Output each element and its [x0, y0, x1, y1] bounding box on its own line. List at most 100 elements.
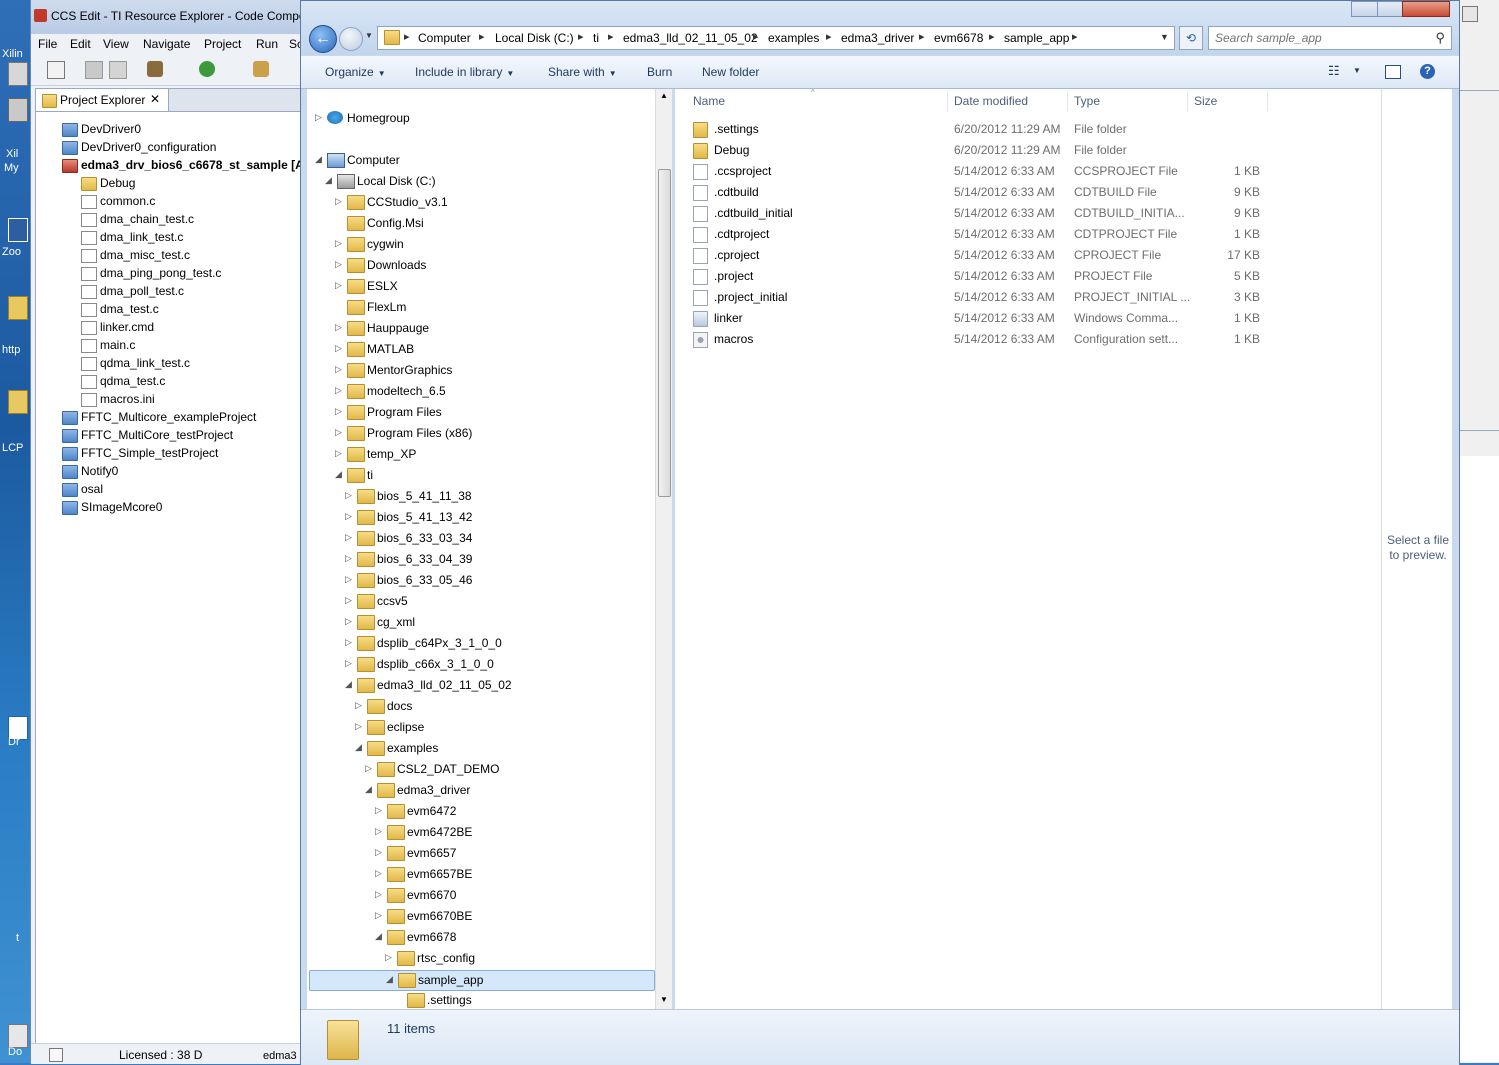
tab-project-explorer[interactable]: Project Explorer ✕: [36, 89, 169, 111]
nav-item[interactable]: ◢ sample_app: [309, 970, 655, 991]
collapsed-arrow-icon[interactable]: ▷: [345, 532, 355, 543]
expanded-arrow-icon[interactable]: ◢: [315, 154, 325, 165]
collapsed-arrow-icon[interactable]: ▷: [335, 280, 345, 291]
document-icon[interactable]: [8, 1024, 28, 1048]
column-header-type[interactable]: Type: [1074, 94, 1100, 108]
breadcrumb-computer[interactable]: Computer: [418, 31, 471, 45]
search-icon[interactable]: ⚲: [1435, 30, 1445, 46]
collapsed-arrow-icon[interactable]: ▷: [345, 616, 355, 627]
minimize-button[interactable]: [1351, 1, 1379, 17]
include-in-library-button[interactable]: Include in library ▼: [415, 65, 514, 79]
preview-pane-icon[interactable]: [1385, 65, 1401, 79]
chevron-right-icon[interactable]: ▸: [753, 30, 759, 43]
build-hammer-icon[interactable]: [147, 61, 163, 77]
scroll-up-icon[interactable]: ▲: [660, 91, 668, 100]
file-row[interactable]: .ccsproject 5/14/2012 6:33 AM CCSPROJECT F…: [689, 161, 1369, 182]
burn-button[interactable]: Burn: [647, 65, 672, 79]
navigation-scrollbar[interactable]: ▲ ▼: [655, 89, 672, 1009]
collapsed-arrow-icon[interactable]: ▷: [335, 259, 345, 270]
collapsed-arrow-icon[interactable]: ▷: [385, 952, 395, 963]
search-box[interactable]: ⚲: [1208, 26, 1452, 50]
expanded-arrow-icon[interactable]: ◢: [365, 784, 375, 795]
collapsed-arrow-icon[interactable]: ▷: [375, 805, 385, 816]
xilinx-icon[interactable]: [8, 98, 28, 122]
minimize-icon[interactable]: [1462, 6, 1478, 22]
collapsed-arrow-icon[interactable]: ▷: [345, 595, 355, 606]
file-row[interactable]: linker 5/14/2012 6:33 AM Windows Comma... 1…: [689, 308, 1369, 329]
expanded-arrow-icon[interactable]: ◢: [355, 742, 365, 753]
file-row[interactable]: .project_initial 5/14/2012 6:33 AM PROJECT…: [689, 287, 1369, 308]
chevron-right-icon[interactable]: ▸: [989, 30, 995, 43]
menu-file[interactable]: File: [38, 37, 57, 51]
zoom-icon[interactable]: [8, 218, 28, 242]
forward-button[interactable]: [339, 27, 363, 51]
refresh-button[interactable]: ⟲: [1179, 26, 1203, 50]
chevron-right-icon[interactable]: ▸: [404, 30, 410, 43]
file-row[interactable]: .cdtbuild_initial 5/14/2012 6:33 AM CDTBUI…: [689, 203, 1369, 224]
breadcrumb-edma3-driver[interactable]: edma3_driver: [841, 31, 914, 45]
collapsed-arrow-icon[interactable]: ▷: [355, 700, 365, 711]
chevron-down-icon[interactable]: ▼: [1353, 66, 1361, 75]
collapsed-arrow-icon[interactable]: ▷: [365, 763, 375, 774]
file-row[interactable]: .cdtbuild 5/14/2012 6:33 AM CDTBUILD File 9…: [689, 182, 1369, 203]
organize-button[interactable]: Organize ▼: [325, 65, 386, 79]
expanded-arrow-icon[interactable]: ◢: [345, 679, 355, 690]
expanded-arrow-icon[interactable]: ◢: [335, 469, 345, 480]
address-dropdown[interactable]: ▼: [1160, 32, 1169, 42]
column-header-size[interactable]: Size: [1194, 94, 1217, 108]
collapsed-arrow-icon[interactable]: ▷: [335, 238, 345, 249]
collapsed-arrow-icon[interactable]: ▷: [335, 406, 345, 417]
collapsed-arrow-icon[interactable]: ▷: [375, 910, 385, 921]
explorer-titlebar[interactable]: ← ▼ ▸ Computer ▸ Local Disk (C:) ▸ ti ▸ …: [301, 1, 1459, 55]
menu-edit[interactable]: Edit: [70, 37, 91, 51]
fast-view-icon[interactable]: [49, 1048, 63, 1062]
chevron-right-icon[interactable]: ▸: [578, 30, 584, 43]
search-input[interactable]: [1213, 29, 1427, 47]
ccs-titlebar[interactable]: CCS Edit - TI Resource Explorer - Code C…: [31, 0, 311, 34]
close-button[interactable]: [1402, 1, 1450, 17]
file-row[interactable]: Debug 6/20/2012 11:29 AM File folder: [689, 140, 1369, 161]
collapsed-arrow-icon[interactable]: ▷: [345, 490, 355, 501]
folder-icon[interactable]: [8, 296, 28, 320]
back-button[interactable]: ←: [309, 25, 337, 53]
recent-pages-dropdown[interactable]: ▼: [365, 31, 373, 40]
column-header-date[interactable]: Date modified: [954, 94, 1028, 108]
file-row[interactable]: .cproject 5/14/2012 6:33 AM CPROJECT File 1…: [689, 245, 1369, 266]
breadcrumb-edma3-lld[interactable]: edma3_lld_02_11_05_02: [623, 31, 758, 45]
new-folder-button[interactable]: New folder: [702, 65, 759, 79]
chevron-right-icon[interactable]: ▸: [919, 30, 925, 43]
chevron-right-icon[interactable]: ▸: [826, 30, 832, 43]
breadcrumb-examples[interactable]: examples: [768, 31, 819, 45]
breadcrumb-sample-app[interactable]: sample_app: [1004, 31, 1069, 45]
save-icon[interactable]: [85, 61, 103, 79]
expanded-arrow-icon[interactable]: ◢: [386, 974, 396, 985]
scroll-down-icon[interactable]: ▼: [660, 995, 668, 1004]
share-with-button[interactable]: Share with ▼: [548, 65, 617, 79]
collapsed-arrow-icon[interactable]: ▷: [375, 847, 385, 858]
collapsed-arrow-icon[interactable]: ▷: [355, 721, 365, 732]
menu-project[interactable]: Project: [204, 37, 241, 51]
chevron-right-icon[interactable]: ▸: [1072, 30, 1078, 43]
chevron-right-icon[interactable]: ▸: [479, 30, 485, 43]
column-header-name[interactable]: Name: [693, 94, 725, 108]
menu-view[interactable]: View: [103, 37, 129, 51]
view-options-icon[interactable]: ☷: [1328, 63, 1340, 79]
file-row[interactable]: macros 5/14/2012 6:33 AM Configuration set…: [689, 329, 1369, 350]
collapsed-arrow-icon[interactable]: ▷: [315, 112, 325, 123]
help-icon[interactable]: ?: [1420, 64, 1435, 79]
file-row[interactable]: .settings 6/20/2012 11:29 AM File folder: [689, 119, 1369, 140]
collapsed-arrow-icon[interactable]: ▷: [345, 553, 355, 564]
collapsed-arrow-icon[interactable]: ▷: [335, 196, 345, 207]
expanded-arrow-icon[interactable]: ◢: [325, 175, 335, 186]
folder-icon[interactable]: [8, 390, 28, 414]
collapsed-arrow-icon[interactable]: ▷: [335, 322, 345, 333]
collapsed-arrow-icon[interactable]: ▷: [335, 448, 345, 459]
collapsed-arrow-icon[interactable]: ▷: [335, 343, 345, 354]
collapsed-arrow-icon[interactable]: ▷: [345, 574, 355, 585]
chevron-right-icon[interactable]: ▸: [608, 30, 614, 43]
maximize-button[interactable]: [1377, 1, 1404, 17]
collapsed-arrow-icon[interactable]: ▷: [335, 364, 345, 375]
menu-navigate[interactable]: Navigate: [143, 37, 190, 51]
collapsed-arrow-icon[interactable]: ▷: [335, 385, 345, 396]
file-row[interactable]: .cdtproject 5/14/2012 6:33 AM CDTPROJECT F…: [689, 224, 1369, 245]
